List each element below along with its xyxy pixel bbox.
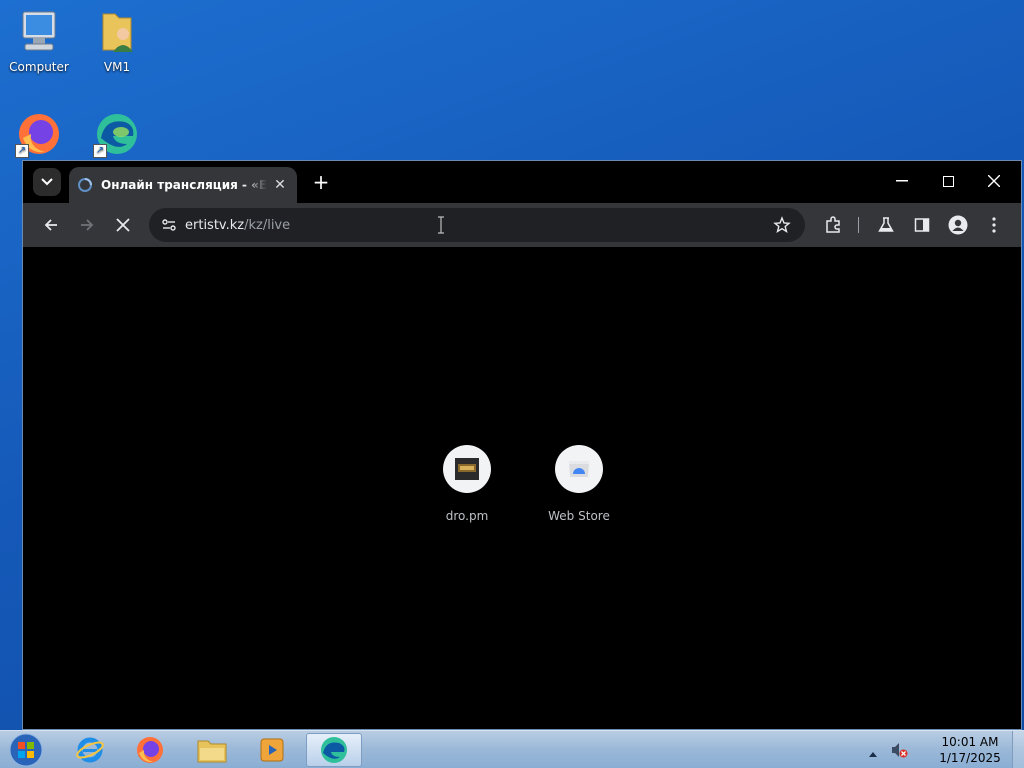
spinner-favicon-icon — [78, 178, 92, 192]
kebab-menu-icon — [992, 217, 996, 233]
shortcut-tile-web-store[interactable]: Web Store — [534, 445, 624, 523]
chevron-down-icon — [41, 178, 53, 186]
clock-date: 1/17/2025 — [939, 751, 1001, 765]
close-window-button[interactable] — [971, 161, 1017, 201]
shortcut-label: dro.pm — [445, 509, 489, 523]
browser-tab[interactable]: Онлайн трансляция - «ERTIS» ✕ — [69, 167, 297, 203]
user-folder-icon — [93, 8, 141, 56]
shortcut-icon — [555, 445, 603, 493]
desktop-icon-label: Computer — [9, 60, 69, 74]
desktop-icon-computer[interactable]: Computer — [4, 8, 74, 74]
shortcut-icon — [443, 445, 491, 493]
taskbar-file-explorer[interactable] — [184, 733, 240, 767]
web-store-icon — [569, 461, 589, 477]
windows-orb-icon — [9, 733, 43, 767]
edge-icon — [321, 737, 347, 763]
minimize-icon — [896, 180, 908, 182]
maximize-button[interactable] — [925, 161, 971, 201]
close-icon — [988, 175, 1000, 187]
puzzle-icon — [826, 216, 840, 233]
arrow-left-icon — [44, 219, 57, 231]
taskbar-internet-explorer[interactable] — [62, 733, 118, 767]
shortcut-label: Web Store — [548, 509, 610, 523]
address-url: ertistv.kz/kz/live — [185, 218, 290, 233]
taskbar-edge[interactable] — [306, 733, 362, 767]
back-button[interactable] — [37, 211, 65, 239]
toolbar-divider — [858, 217, 859, 233]
minimize-button[interactable] — [879, 161, 925, 201]
show-desktop-button[interactable] — [1012, 731, 1024, 768]
bookmark-star-icon[interactable] — [773, 216, 791, 234]
title-bar: Онлайн трансляция - «ERTIS» ✕ + — [23, 161, 1021, 203]
volume-muted-icon[interactable] — [890, 741, 908, 763]
avatar-icon — [948, 215, 968, 235]
site-info-icon[interactable] — [161, 217, 177, 233]
internet-explorer-icon — [76, 737, 104, 763]
address-bar[interactable]: ertistv.kz/kz/live — [149, 208, 805, 242]
desktop-icon-firefox[interactable]: ↗ — [4, 110, 74, 162]
start-button[interactable] — [6, 732, 46, 768]
computer-icon — [15, 8, 63, 56]
forward-button[interactable] — [73, 211, 101, 239]
new-tab-button[interactable]: + — [309, 170, 333, 194]
system-clock[interactable]: 10:01 AM 1/17/2025 — [930, 734, 1010, 766]
taskbar: 10:01 AM 1/17/2025 — [0, 730, 1024, 768]
tab-search-button[interactable] — [33, 168, 61, 196]
firefox-icon: ↗ — [15, 110, 63, 158]
close-icon — [116, 218, 130, 232]
arrow-right-icon — [81, 219, 94, 231]
maximize-icon — [942, 175, 954, 187]
clock-time: 10:01 AM — [941, 735, 999, 749]
desktop-icon-edge[interactable]: ↗ — [82, 110, 152, 162]
tab-title: Онлайн трансляция - «ERTIS» — [101, 178, 267, 192]
edge-icon: ↗ — [93, 110, 141, 158]
browser-toolbar: ertistv.kz/kz/live — [23, 203, 1021, 247]
tab-close-icon[interactable]: ✕ — [271, 176, 289, 194]
shortcut-arrow-icon: ↗ — [93, 144, 107, 158]
desktop-icon-label: VM1 — [103, 60, 131, 74]
text-cursor-icon — [438, 216, 444, 234]
folder-icon — [197, 740, 227, 763]
tray-overflow-icon[interactable] — [868, 743, 878, 762]
shortcut-tile-dro-pm[interactable]: dro.pm — [422, 445, 512, 523]
profile-button[interactable] — [944, 211, 972, 239]
url-host: ertistv.kz — [185, 217, 245, 233]
shortcut-arrow-icon: ↗ — [15, 144, 29, 158]
browser-window: Онлайн трансляция - «ERTIS» ✕ + — [22, 160, 1022, 730]
labs-button[interactable] — [872, 211, 900, 239]
media-player-icon — [260, 738, 284, 762]
desktop-icon-vm1[interactable]: VM1 — [82, 8, 152, 74]
page-content: dro.pm Web Store — [29, 247, 1015, 729]
stop-loading-button[interactable] — [109, 211, 137, 239]
url-path: /kz/live — [244, 217, 291, 233]
firefox-icon — [137, 737, 163, 763]
side-panel-button[interactable] — [908, 211, 936, 239]
site-thumbnail-icon — [455, 458, 479, 480]
taskbar-media-player[interactable] — [244, 733, 300, 767]
side-panel-icon — [914, 218, 930, 232]
extensions-button[interactable] — [819, 211, 847, 239]
flask-icon — [878, 217, 894, 232]
taskbar-firefox[interactable] — [122, 733, 178, 767]
menu-button[interactable] — [980, 211, 1008, 239]
